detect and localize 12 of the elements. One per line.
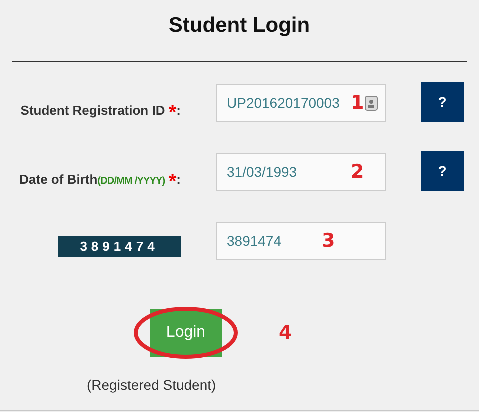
help-button[interactable]: ? — [421, 151, 464, 191]
annotation-number: 3 — [322, 230, 336, 252]
annotation-number: 1 — [351, 92, 364, 114]
annotation-number: 2 — [351, 161, 364, 183]
note-text: (Registered Student) — [86, 377, 218, 393]
text-field[interactable]: UP201620170003 1 — [216, 84, 386, 122]
captcha-field[interactable]: 3891474 3 — [216, 222, 386, 260]
annotation-number: 4 — [279, 322, 292, 344]
page-title: Student Login — [168, 13, 312, 39]
text-field[interactable]: 31/03/1993 2 — [216, 153, 386, 191]
help-button[interactable]: ? — [421, 82, 464, 122]
captcha-image: 3891474 — [58, 236, 181, 257]
